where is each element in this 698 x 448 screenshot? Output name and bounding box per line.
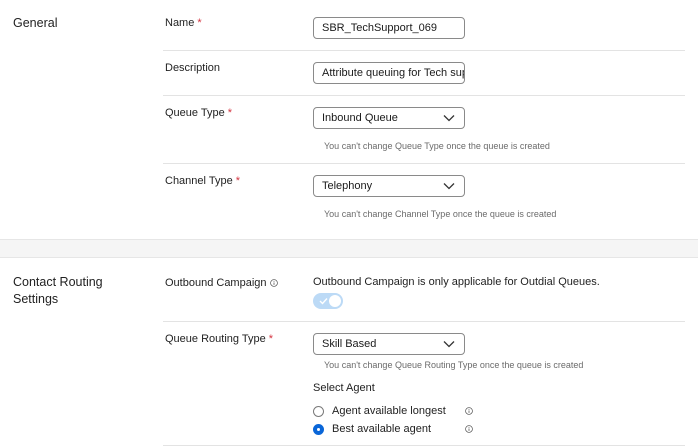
info-icon[interactable] <box>269 279 278 287</box>
general-section-title: General <box>13 16 58 30</box>
description-field[interactable]: Attribute queuing for Tech sup <box>313 62 465 84</box>
select-agent-label: Select Agent <box>313 382 375 394</box>
radio-label: Agent available longest <box>332 405 446 417</box>
outbound-campaign-message: Outbound Campaign is only applicable for… <box>313 276 600 288</box>
queue-routing-type-value: Skill Based <box>322 338 377 350</box>
queue-routing-type-select[interactable]: Skill Based <box>313 333 465 355</box>
outbound-campaign-label: Outbound Campaign <box>165 276 278 290</box>
radio-button[interactable] <box>313 406 324 417</box>
required-marker: * <box>197 17 202 29</box>
channel-type-value: Telephony <box>322 180 373 192</box>
contact-routing-section-title: Contact Routing Settings <box>13 274 103 308</box>
divider <box>163 95 685 96</box>
outbound-campaign-toggle[interactable] <box>313 293 343 309</box>
divider <box>163 321 685 322</box>
channel-type-select[interactable]: Telephony <box>313 175 465 197</box>
section-separator <box>0 239 698 258</box>
name-field[interactable]: SBR_TechSupport_069 <box>313 17 465 39</box>
channel-type-label-text: Channel Type <box>165 175 233 187</box>
name-label-text: Name <box>165 17 195 29</box>
queue-type-label-text: Queue Type <box>165 107 225 119</box>
outbound-campaign-label-text: Outbound Campaign <box>165 277 267 289</box>
queue-settings-page: General Name * SBR_TechSupport_069 Descr… <box>0 0 698 448</box>
name-label: Name * <box>165 16 202 30</box>
chevron-down-icon <box>443 341 455 348</box>
divider <box>163 445 685 446</box>
info-icon[interactable] <box>465 407 473 415</box>
chevron-down-icon <box>443 115 455 122</box>
check-icon <box>319 298 328 305</box>
required-marker: * <box>268 333 274 345</box>
queue-type-select[interactable]: Inbound Queue <box>313 107 465 129</box>
section-title-line: Contact Routing <box>13 275 103 289</box>
queue-type-hint: You can't change Queue Type once the que… <box>324 141 550 151</box>
divider <box>163 163 685 164</box>
channel-type-label: Channel Type * <box>165 174 240 188</box>
queue-routing-type-label: Queue Routing Type * <box>165 332 273 346</box>
info-icon[interactable] <box>465 425 473 433</box>
queue-routing-type-hint: You can't change Queue Routing Type once… <box>324 360 584 370</box>
section-title-line: Settings <box>13 292 59 306</box>
queue-type-label: Queue Type * <box>165 106 232 120</box>
divider <box>163 50 685 51</box>
queue-routing-type-label-text: Queue Routing Type <box>165 333 266 345</box>
chevron-down-icon <box>443 183 455 190</box>
required-marker: * <box>235 175 241 187</box>
required-marker: * <box>227 107 233 119</box>
queue-type-value: Inbound Queue <box>322 112 398 124</box>
toggle-knob <box>329 295 341 307</box>
radio-button-selected[interactable] <box>313 424 324 435</box>
description-label: Description <box>165 62 221 74</box>
radio-label: Best available agent <box>332 423 432 435</box>
channel-type-hint: You can't change Channel Type once the q… <box>324 209 557 219</box>
